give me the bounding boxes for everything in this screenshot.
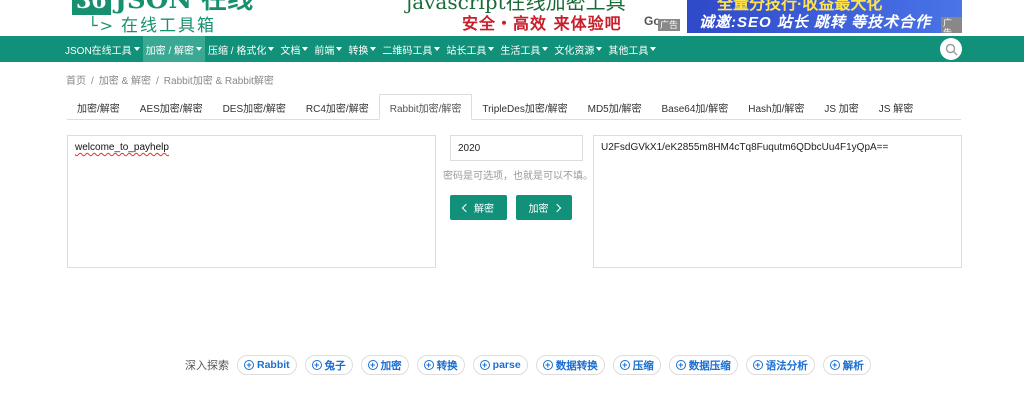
nav-item-json-tools[interactable]: JSON在线工具 (62, 36, 143, 62)
plus-circle-icon: + (367, 360, 378, 370)
main-nav: JSON在线工具 加密 / 解密 压缩 / 格式化 文档 前端 转换 二维码工具… (0, 36, 1024, 62)
breadcrumb-current: Rabbit加密 & Rabbit解密 (163, 76, 274, 87)
explore-tag[interactable]: + 转换 (416, 355, 465, 375)
breadcrumb-separator: / (91, 76, 94, 87)
logo-subtitle-text: 在线工具箱 (121, 16, 217, 36)
caret-down-icon (268, 47, 275, 51)
workspace: welcome_to_payhelp 2020 密码是可选项，也就是可以不填。 … (0, 120, 1024, 270)
chevron-right-icon (552, 203, 561, 212)
tab-base64[interactable]: Base64加/解密 (652, 94, 739, 120)
search-icon (945, 43, 957, 55)
nav-item-culture[interactable]: 文化资源 (551, 36, 605, 62)
plus-circle-icon: + (675, 360, 686, 370)
key-input[interactable]: 2020 (450, 135, 583, 161)
breadcrumb-home[interactable]: 首页 (66, 76, 86, 87)
site-logo[interactable]: 36 JSON 在线 └> 在线工具箱 (72, 0, 253, 36)
plus-circle-icon: + (752, 360, 763, 370)
explore-tag[interactable]: + 数据转换 (535, 355, 605, 375)
explore-tag[interactable]: + parse (472, 355, 528, 375)
nav-item-qrcode[interactable]: 二维码工具 (379, 36, 443, 62)
breadcrumb: 首页 / 加密 & 解密 / Rabbit加密 & Rabbit解密 (66, 72, 1024, 87)
caret-down-icon (488, 47, 495, 51)
nav-item-compress-format[interactable]: 压缩 / 格式化 (205, 36, 277, 62)
nav-item-life-tools[interactable]: 生活工具 (497, 36, 551, 62)
plus-circle-icon: + (311, 360, 322, 370)
nav-item-encrypt-decrypt[interactable]: 加密 / 解密 (142, 36, 206, 62)
tab-js-decrypt[interactable]: JS 解密 (869, 94, 923, 120)
ad-banner-left-main: 安全・高效 来体验吧 (462, 14, 622, 33)
site-header: 36 JSON 在线 └> 在线工具箱 javascript在线加密工具 安全・高效… (0, 0, 1024, 36)
plus-circle-icon: + (423, 360, 434, 370)
plaintext-input[interactable]: welcome_to_payhelp (67, 135, 436, 268)
ad-banner-left[interactable]: javascript在线加密工具 安全・高效 来体验吧 Go 广告 (400, 0, 680, 36)
ad-tag: 广告 (941, 17, 962, 33)
nav-item-other-tools[interactable]: 其他工具 (605, 36, 659, 62)
ad-banner-right-main: 诚邀:SEO 站长 跳转 等技术合作 (699, 14, 932, 31)
breadcrumb-category[interactable]: 加密 & 解密 (99, 76, 151, 87)
key-hint: 密码是可选项，也就是可以不填。 (443, 171, 593, 182)
nav-item-docs[interactable]: 文档 (277, 36, 311, 62)
explore-section: 深入探索 + Rabbit + 兔子 + 加密 + 转换 + parse + 数据转换 + 压… (185, 355, 879, 375)
caret-down-icon (650, 47, 657, 51)
plus-circle-icon: + (244, 360, 254, 370)
caret-down-icon (302, 47, 309, 51)
tab-tripledes[interactable]: TripleDes加密/解密 (472, 94, 577, 120)
explore-tag[interactable]: + 语法分析 (745, 355, 815, 375)
ad-tag: 广告 (658, 19, 680, 31)
caret-down-icon (434, 47, 441, 51)
ciphertext-output[interactable]: U2FsdGVkX1/eK2855m8HM4cTq8Fuqutm6QDbcUu4… (593, 135, 962, 268)
caret-down-icon (196, 47, 203, 51)
tab-aes[interactable]: AES加密/解密 (130, 94, 213, 120)
tab-rc4[interactable]: RC4加密/解密 (296, 94, 379, 120)
nav-item-frontend[interactable]: 前端 (311, 36, 345, 62)
caret-down-icon (596, 47, 603, 51)
plus-circle-icon: + (479, 360, 490, 370)
breadcrumb-separator: / (156, 76, 159, 87)
nav-item-convert[interactable]: 转换 (345, 36, 379, 62)
caret-down-icon (133, 47, 140, 51)
tab-encrypt-decrypt[interactable]: 加密/解密 (67, 94, 130, 120)
plaintext-value: welcome_to_payhelp (75, 142, 169, 153)
tab-js-encrypt[interactable]: JS 加密 (814, 94, 868, 120)
encrypt-button[interactable]: 加密 (516, 195, 572, 220)
explore-tag[interactable]: + 数据压缩 (668, 355, 738, 375)
plus-circle-icon: + (829, 360, 840, 370)
nav-item-webmaster[interactable]: 站长工具 (443, 36, 497, 62)
explore-tag[interactable]: + 加密 (360, 355, 409, 375)
tab-hash[interactable]: Hash加/解密 (738, 94, 814, 120)
chevron-left-icon (461, 203, 471, 212)
caret-down-icon (336, 47, 343, 51)
tool-tabs: 加密/解密 AES加密/解密 DES加密/解密 RC4加密/解密 Rabbit加… (67, 94, 961, 120)
tab-des[interactable]: DES加密/解密 (213, 94, 296, 120)
ad-banner-right[interactable]: 全量分技行·收益最大化 诚邀:SEO 站长 跳转 等技术合作 广告 (687, 0, 962, 33)
logo-subtitle: └> 在线工具箱 (88, 11, 216, 36)
explore-tag[interactable]: + 解析 (822, 355, 871, 375)
plus-circle-icon: + (542, 360, 553, 370)
explore-tag[interactable]: + 兔子 (304, 355, 353, 375)
decrypt-button[interactable]: 解密 (450, 195, 507, 220)
tab-rabbit[interactable]: Rabbit加密/解密 (378, 94, 473, 120)
explore-tag[interactable]: + 压缩 (612, 355, 661, 375)
caret-down-icon (370, 47, 377, 51)
explore-label: 深入探索 (185, 360, 229, 372)
plus-circle-icon: + (619, 360, 630, 370)
caret-down-icon (542, 47, 549, 51)
tab-md5[interactable]: MD5加/解密 (578, 94, 652, 120)
explore-tag[interactable]: + Rabbit (237, 355, 297, 375)
search-button[interactable] (940, 38, 962, 60)
logo-arrow-icon: └> (88, 16, 116, 35)
